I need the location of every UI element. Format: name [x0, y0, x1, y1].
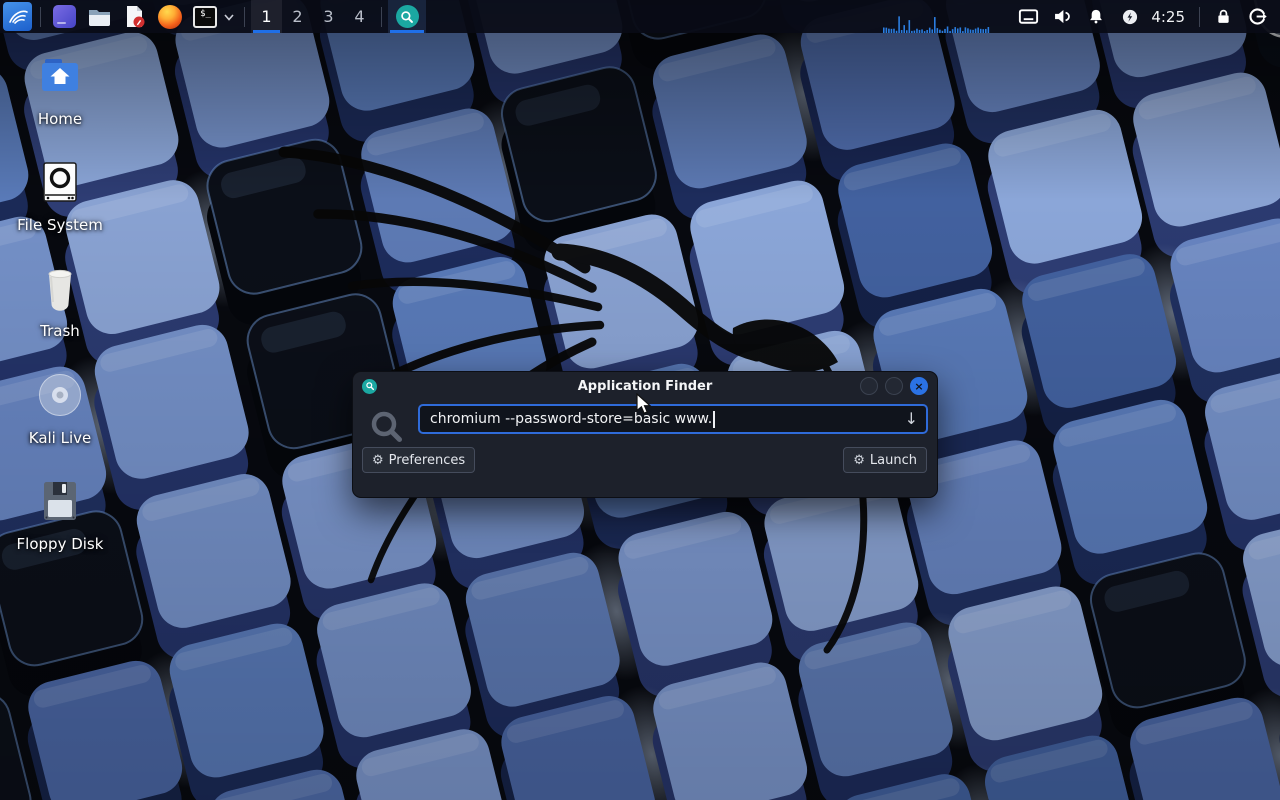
desktop-icon-file-system[interactable]: File System [12, 158, 108, 234]
launcher-file-manager[interactable] [87, 4, 112, 29]
volume-icon[interactable] [1045, 0, 1079, 33]
launcher-dropdown-chevron[interactable] [222, 11, 236, 23]
search-input[interactable]: chromium --password-store=basic www. ↓ [418, 404, 928, 434]
desktop-icon-floppy-disk[interactable]: Floppy Disk [12, 477, 108, 553]
workspace-label: 2 [292, 7, 302, 26]
input-dropdown-arrow[interactable]: ↓ [905, 409, 918, 428]
trash-icon [36, 264, 84, 312]
lock-screen-icon[interactable] [1206, 0, 1240, 33]
panel-separator [1199, 7, 1200, 27]
workspace-2[interactable]: 2 [282, 0, 313, 33]
desktop-icon-label: File System [12, 216, 108, 234]
panel-separator [40, 7, 41, 27]
home-folder-icon [36, 52, 84, 100]
desktop: $_ 1 2 3 4 [0, 0, 1280, 800]
application-finder-icon [396, 5, 419, 28]
cpu-graph[interactable] [883, 0, 991, 33]
panel-separator [381, 7, 382, 27]
desktop-icon-trash[interactable]: Trash [12, 264, 108, 340]
kali-logo-icon [7, 6, 29, 28]
taskbar-item-application-finder[interactable] [388, 0, 426, 33]
chevron-down-icon [223, 11, 235, 23]
launcher-firefox[interactable] [157, 4, 182, 29]
window-icon-application-finder [362, 379, 377, 394]
search-icon [365, 381, 375, 391]
top-panel: $_ 1 2 3 4 [0, 0, 1280, 33]
desktop-icon-label: Trash [12, 322, 108, 340]
desktop-icon-label: Floppy Disk [12, 535, 108, 553]
launcher-text-editor[interactable] [122, 4, 147, 29]
workspace-4[interactable]: 4 [344, 0, 375, 33]
close-button[interactable]: × [910, 377, 928, 395]
power-manager-icon[interactable] [1113, 0, 1147, 33]
preferences-label: Preferences [389, 453, 465, 468]
folder-icon [87, 4, 112, 29]
minimize-button[interactable] [860, 377, 878, 395]
firefox-icon [158, 5, 182, 29]
launcher-window-manager[interactable] [52, 4, 77, 29]
preferences-button[interactable]: ⚙ Preferences [362, 447, 475, 473]
application-finder-window: Application Finder × chromium --password… [352, 371, 938, 498]
launch-label: Launch [870, 453, 917, 468]
workspace-1[interactable]: 1 [251, 0, 282, 33]
keyboard-indicator-icon[interactable] [1011, 0, 1045, 33]
terminal-icon: $_ [193, 6, 217, 28]
panel-separator [244, 7, 245, 27]
window-icon [53, 5, 76, 28]
close-icon: × [914, 381, 923, 392]
desktop-icon-label: Home [12, 110, 108, 128]
workspace-label: 1 [261, 7, 271, 26]
maximize-button[interactable] [885, 377, 903, 395]
applications-menu-button[interactable] [3, 2, 32, 31]
desktop-icon-kali-live[interactable]: Kali Live [12, 371, 108, 447]
workspace-label: 4 [354, 7, 364, 26]
mouse-cursor [636, 393, 656, 415]
clock[interactable]: 4:25 [1151, 8, 1185, 26]
workspace-3[interactable]: 3 [313, 0, 344, 33]
workspace-label: 3 [323, 7, 333, 26]
floppy-disk-icon [36, 477, 84, 525]
desktop-icon-label: Kali Live [12, 429, 108, 447]
search-icon [399, 9, 415, 25]
logout-icon[interactable] [1240, 0, 1274, 33]
search-input-value: chromium --password-store=basic www. [430, 411, 712, 427]
launcher-terminal[interactable]: $_ [192, 4, 217, 29]
notifications-bell-icon[interactable] [1079, 0, 1113, 33]
desktop-icon-home[interactable]: Home [12, 52, 108, 128]
text-caret [713, 411, 715, 428]
document-icon [122, 4, 147, 29]
search-icon-large [370, 410, 404, 444]
launch-button[interactable]: ⚙ Launch [843, 447, 927, 473]
window-title: Application Finder [353, 379, 937, 394]
hard-drive-icon [36, 158, 84, 206]
launch-gear-icon: ⚙ [853, 454, 865, 467]
cd-disc-icon [36, 371, 84, 419]
gear-icon: ⚙ [372, 454, 384, 467]
